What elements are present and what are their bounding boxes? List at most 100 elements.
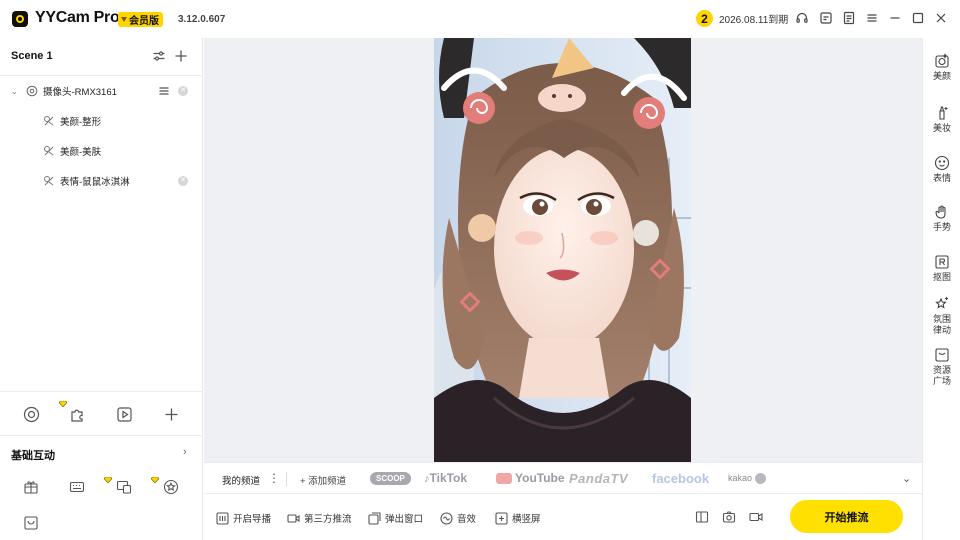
orientation-button[interactable]: 横竖屏 [495, 511, 541, 525]
makeup-icon [939, 106, 948, 120]
stream-icon [287, 513, 300, 523]
director-icon [216, 511, 229, 525]
remove-source-icon[interactable]: ✕ [178, 86, 188, 96]
rail-label: 美颜 [932, 71, 951, 81]
rail-label: 表情 [932, 173, 951, 183]
add-scene-icon[interactable] [174, 49, 188, 63]
effect-label: 美颜-美肤 [60, 147, 102, 158]
rail-item-beauty[interactable]: 美颜 [923, 53, 960, 82]
beauty-icon [935, 53, 949, 68]
scene-title[interactable]: Scene 1 [11, 50, 53, 62]
popout-window-button[interactable]: 弹出窗口 [368, 511, 423, 525]
effect-label: 表情-鼠鼠冰淇淋 [60, 177, 130, 188]
platform-tiktok[interactable]: ♪TikTok [424, 471, 467, 485]
effect-row[interactable]: 表情-鼠鼠冰淇淋 ✕ [0, 166, 203, 196]
effect-row[interactable]: 美颜-整形 [0, 106, 203, 136]
preview-area [204, 38, 922, 462]
resource-icon [935, 348, 949, 362]
orientation-icon [495, 511, 508, 525]
maximize-icon[interactable] [911, 11, 925, 25]
bag-icon[interactable] [23, 515, 39, 531]
rail-item-emoji[interactable]: 表情 [923, 155, 960, 184]
vip-diamond-icon [104, 477, 112, 483]
gift-icon[interactable] [23, 479, 39, 495]
source-row-camera[interactable]: ⌄ 摄像头-RMX3161 ✕ [0, 76, 203, 106]
rail-label: 抠图 [932, 272, 951, 282]
scene-header: Scene 1 [0, 38, 203, 76]
layout-split-icon[interactable] [695, 510, 709, 524]
expiry-text: 2026.08.11到期 [719, 15, 789, 26]
orientation-label: 横竖屏 [512, 514, 541, 525]
camera-source-icon [26, 85, 38, 97]
rail-item-makeup[interactable]: 美妆 [923, 105, 960, 134]
preview-image [434, 38, 691, 462]
platform-kakao[interactable]: kakao [728, 473, 766, 485]
audio-effects-button[interactable]: 音效 [440, 511, 476, 525]
platform-pandatv[interactable]: PandaTV [569, 471, 628, 486]
feedback-icon[interactable] [819, 11, 833, 25]
more-options-icon[interactable]: ⋮ [268, 471, 280, 485]
platform-youtube[interactable]: YouTube [496, 471, 565, 485]
add-camera-icon[interactable] [23, 406, 40, 423]
sound-wave-icon [440, 511, 453, 525]
audio-effects-label: 音效 [457, 514, 477, 525]
rail-item-matting[interactable]: 抠图 [923, 254, 960, 283]
vip-diamond-icon [59, 401, 67, 407]
membership-expiry[interactable]: 2 2026.08.11到期 [696, 10, 788, 27]
star-badge-icon[interactable] [163, 479, 179, 495]
screenshot-camera-icon[interactable] [722, 510, 736, 524]
chevron-right-icon[interactable]: › [183, 446, 187, 458]
rail-item-ambience[interactable]: 氛围律动 [923, 296, 960, 336]
divider [286, 472, 287, 486]
gesture-icon [935, 205, 946, 219]
rail-label: 资源广场 [932, 365, 951, 386]
rail-item-resource[interactable]: 资源广场 [923, 347, 960, 387]
settings-sliders-icon[interactable] [152, 49, 166, 63]
screens-icon[interactable] [116, 479, 132, 495]
guide-label: 开启导播 [233, 514, 272, 525]
third-party-stream-button[interactable]: 第三方推流 [287, 511, 352, 525]
camera-preview-canvas[interactable] [434, 38, 691, 462]
keyboard-icon[interactable] [69, 479, 85, 495]
add-source-icon[interactable] [163, 406, 180, 423]
kakao-tv-icon [754, 473, 766, 485]
feature-rail: 美颜 美妆 表情 手势 抠图 氛围律动 资源广场 [922, 38, 960, 540]
platform-scoop[interactable]: SCOOP [370, 472, 411, 485]
plugin-puzzle-icon[interactable] [69, 406, 86, 423]
effect-visibility-icon[interactable] [43, 145, 55, 157]
rail-label: 氛围律动 [932, 314, 951, 335]
rail-item-gesture[interactable]: 手势 [923, 204, 960, 233]
my-channels-label[interactable]: 我的频道 [222, 473, 260, 487]
add-channel-button[interactable]: + 添加频道 [300, 473, 346, 487]
add-media-icon[interactable] [116, 406, 133, 423]
youtube-play-icon [496, 472, 512, 484]
guide-button[interactable]: 开启导播 [216, 511, 271, 525]
rail-label: 手势 [932, 222, 951, 232]
effect-label: 美颜-整形 [60, 117, 102, 128]
channel-bar: 我的频道 ⋮ + 添加频道 SCOOP ♪TikTok YouTube Pand… [204, 462, 922, 494]
remove-effect-icon[interactable]: ✕ [178, 176, 188, 186]
platform-facebook[interactable]: facebook [652, 471, 709, 486]
app-logo-icon [12, 11, 28, 27]
collapse-arrow-icon[interactable]: ⌄ [11, 87, 18, 96]
vip-badge[interactable]: 会员版 [118, 12, 163, 27]
source-menu-icon[interactable] [158, 85, 170, 97]
chevron-down-icon[interactable]: ⌄ [902, 472, 911, 485]
effect-visibility-icon[interactable] [43, 175, 55, 187]
vip-badge-label: 会员版 [129, 16, 159, 27]
platform-tiktok-label: TikTok [429, 471, 468, 485]
notes-icon[interactable] [842, 11, 856, 25]
menu-icon[interactable] [865, 11, 879, 25]
start-streaming-button[interactable]: 开始推流 [790, 500, 903, 533]
record-video-icon[interactable] [749, 510, 763, 524]
effect-visibility-icon[interactable] [43, 115, 55, 127]
basic-interaction-section: 基础互动 › [0, 435, 203, 540]
popout-icon [368, 511, 381, 525]
camera-source-label: 摄像头-RMX3161 [43, 87, 117, 98]
headset-icon[interactable] [795, 11, 809, 25]
close-icon[interactable] [934, 11, 948, 25]
effect-row[interactable]: 美颜-美肤 [0, 136, 203, 166]
platform-kakao-label: kakao [728, 473, 753, 483]
minimize-icon[interactable] [888, 11, 902, 25]
source-toolbar [0, 391, 203, 435]
